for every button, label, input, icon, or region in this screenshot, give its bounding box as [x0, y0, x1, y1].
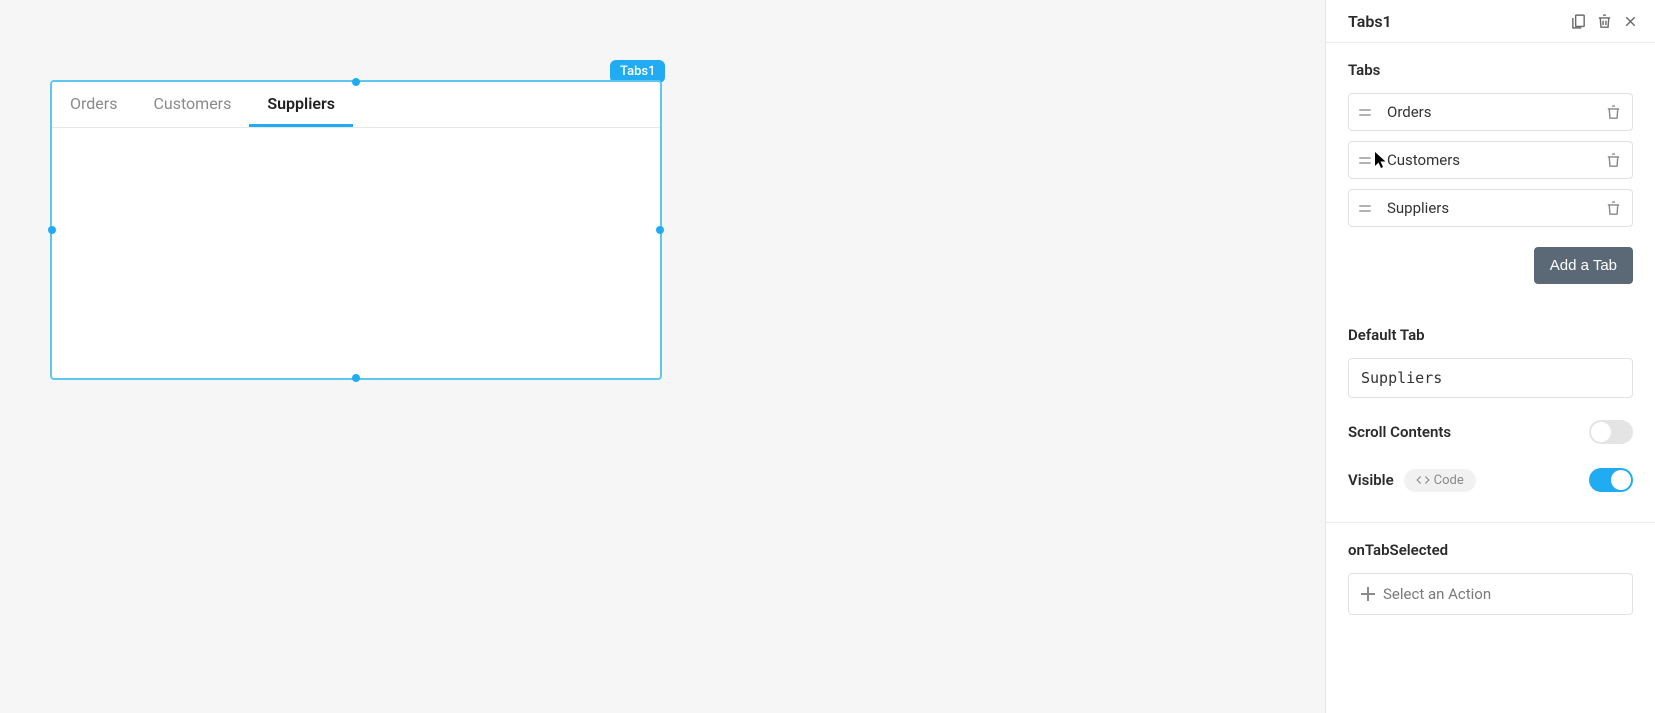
scroll-contents-label: Scroll Contents: [1348, 423, 1579, 441]
code-chip-label: Code: [1434, 473, 1464, 488]
cursor-icon: [1375, 152, 1387, 169]
visible-toggle[interactable]: [1589, 468, 1633, 492]
properties-panel: Tabs1 Tabs Orders: [1325, 0, 1655, 713]
select-action-placeholder: Select an Action: [1383, 585, 1491, 603]
panel-header: Tabs1: [1326, 0, 1655, 43]
divider: [1326, 522, 1655, 523]
tabs-section-label: Tabs: [1348, 61, 1633, 79]
tabs-widget[interactable]: Orders Customers Suppliers: [50, 80, 662, 380]
resize-handle-bottom[interactable]: [352, 374, 360, 382]
tab-suppliers[interactable]: Suppliers: [249, 82, 353, 127]
delete-tab-icon[interactable]: [1602, 101, 1624, 123]
tab-list: Orders Customers Suppliers: [1348, 93, 1633, 227]
scroll-contents-toggle[interactable]: [1589, 420, 1633, 444]
drag-handle-icon[interactable]: [1359, 104, 1375, 120]
code-chip[interactable]: Code: [1404, 469, 1476, 492]
select-action-button[interactable]: Select an Action: [1348, 573, 1633, 615]
tab-customers[interactable]: Customers: [135, 82, 249, 127]
default-tab-label: Default Tab: [1348, 326, 1633, 344]
tab-item-customers[interactable]: Customers: [1348, 141, 1633, 179]
plus-icon: [1361, 587, 1375, 601]
default-tab-input[interactable]: [1348, 358, 1633, 398]
delete-tab-icon[interactable]: [1602, 197, 1624, 219]
delete-tab-icon[interactable]: [1602, 149, 1624, 171]
close-icon[interactable]: [1619, 10, 1641, 32]
tab-item-label: Suppliers: [1387, 199, 1598, 217]
tab-item-orders[interactable]: Orders: [1348, 93, 1633, 131]
tab-orders[interactable]: Orders: [52, 82, 135, 127]
copy-icon[interactable]: [1567, 10, 1589, 32]
canvas-area[interactable]: Tabs1 Orders Customers Suppliers: [0, 0, 1325, 713]
add-tab-button[interactable]: Add a Tab: [1534, 247, 1633, 284]
tabs-header: Orders Customers Suppliers: [52, 82, 660, 128]
on-tab-selected-label: onTabSelected: [1348, 541, 1633, 559]
drag-handle-icon[interactable]: [1359, 152, 1375, 168]
delete-icon[interactable]: [1593, 10, 1615, 32]
resize-handle-right[interactable]: [656, 226, 664, 234]
code-icon: [1416, 473, 1430, 487]
visible-label: Visible: [1348, 471, 1394, 489]
resize-handle-left[interactable]: [48, 226, 56, 234]
resize-handle-top[interactable]: [352, 78, 360, 86]
default-tab-section: Default Tab: [1326, 308, 1655, 398]
drag-handle-icon[interactable]: [1359, 200, 1375, 216]
tab-item-label: Customers: [1387, 151, 1598, 169]
tab-item-label: Orders: [1387, 103, 1598, 121]
tabs-section: Tabs Orders Customers: [1326, 43, 1655, 284]
tab-item-suppliers[interactable]: Suppliers: [1348, 189, 1633, 227]
panel-title: Tabs1: [1348, 12, 1563, 31]
